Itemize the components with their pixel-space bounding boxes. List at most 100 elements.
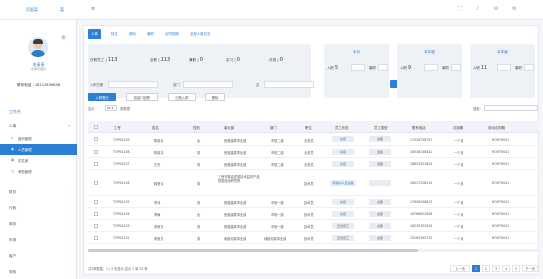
col-pos[interactable]: 职位: [305, 125, 312, 130]
page-3-button[interactable]: 3: [492, 265, 500, 272]
cell-phone: 18853331634: [410, 162, 433, 166]
cell-id: TOPS4154: [113, 212, 130, 216]
cell-contract: ROHT0041: [492, 181, 510, 185]
row-checkbox[interactable]: [94, 150, 98, 154]
sidebar-item-purchase[interactable]: 采购 ›: [0, 267, 77, 278]
tab-contract-expire[interactable]: 合同到期: [162, 29, 182, 39]
col-type[interactable]: 员工类型: [374, 125, 388, 130]
card-join-box: [497, 64, 511, 71]
col-sex[interactable]: 性别: [193, 125, 200, 130]
archive-onboard-button[interactable]: 归档入职: [168, 93, 196, 101]
horizontal-scrollbar[interactable]: [88, 249, 539, 252]
stats-panel: 在职员工 | 113 全职 | 113 兼职 | 0 实习 | 0 试用 | 0: [88, 44, 311, 98]
card-title: 本年度: [497, 50, 508, 54]
tab-hr[interactable]: 人事: [88, 29, 101, 39]
sidebar-item-label: 市场: [9, 238, 17, 242]
col-trial[interactable]: 试用期: [453, 125, 463, 130]
join-date-label: 入职日期: [90, 83, 104, 87]
sidebar-item-hr[interactable]: 人事 ▾: [0, 121, 77, 132]
next-page-button[interactable]: 下一页: [522, 265, 538, 272]
delete-button[interactable]: 删除: [205, 93, 225, 101]
scroll-thumb[interactable]: [88, 249, 418, 252]
row-checkbox[interactable]: [94, 200, 98, 204]
row-checkbox[interactable]: [94, 181, 98, 185]
workbench-title[interactable]: 工作台: [9, 109, 21, 115]
search-input[interactable]: [484, 105, 538, 111]
join-date-input[interactable]: [108, 81, 158, 88]
table-row[interactable]: TOPS4154 李梅 女 西港建筑事业部 市场一部 技术员 在职 全职 187…: [88, 208, 539, 220]
fullscreen-icon[interactable]: ⛶: [458, 6, 462, 12]
cell-contract: ROHT0041: [492, 236, 510, 240]
col-phone[interactable]: 联系电话: [412, 125, 426, 130]
cell-contract: ROHT0041: [492, 200, 510, 204]
topbar-left-label[interactable]: 页面菜: [26, 7, 38, 13]
cell-phone: 18535352545: [410, 224, 433, 228]
table-row[interactable]: TOPS4159 陈晓青 女 西港建筑事业部 市场二部 业务员 在职 全职 17…: [88, 133, 539, 146]
prev-page-button[interactable]: 上一页: [450, 265, 470, 272]
row-checkbox[interactable]: [94, 137, 98, 141]
table-row[interactable]: TOPS4152 黄其方 男 电缆测量事业部 地缆测量事业部 技术员 正式员工 …: [88, 232, 539, 244]
show-suffix: 条数据: [120, 107, 130, 111]
table-row[interactable]: TOPS4156 韩慧青 男 三西市委会质量技术监督产品检验检测研究院 技术员 …: [88, 170, 539, 196]
cell-name: 陈晓青: [154, 151, 164, 155]
onboard-register-button[interactable]: 入职登记: [88, 93, 116, 101]
card-leave-box: [451, 64, 461, 71]
table-row[interactable]: TOPS4153 黄其方 男 西港建筑事业部 市场一部 技术员 正式员工 全职 …: [88, 220, 539, 232]
menu-icon[interactable]: ≡: [91, 6, 95, 12]
sidebar-item-market[interactable]: 市场 ›: [0, 235, 77, 246]
col-dept[interactable]: 部门: [270, 125, 277, 130]
settings-icon[interactable]: ⚙: [61, 35, 66, 40]
page-2-button[interactable]: 2: [482, 265, 490, 272]
cell-trial: 一个月: [454, 201, 464, 205]
page-1-button[interactable]: 1: [472, 265, 480, 272]
bell-icon[interactable]: ♪: [476, 6, 479, 12]
row-checkbox[interactable]: [94, 162, 98, 166]
sidebar-item-finance[interactable]: 财务 ›: [0, 187, 77, 198]
col-status[interactable]: 员工状态: [335, 125, 349, 130]
table-row[interactable]: TOPS4158 陈晓青 男 西港建筑事业部 市场二部 业务员 在职 全职 18…: [88, 146, 539, 158]
end-date-input[interactable]: [264, 81, 314, 88]
chevron-right-icon: ›: [68, 238, 70, 242]
card-join: 入职 9: [400, 65, 412, 71]
tab-all-logs[interactable]: 全部人事日志: [187, 29, 213, 39]
select-all-checkbox[interactable]: [94, 125, 98, 129]
tab-resign[interactable]: 离职: [144, 29, 157, 39]
table-row[interactable]: TOPS4157 王杰 男 西港建筑事业部 市场二部 业务员 在职 全职 188…: [88, 158, 539, 170]
sidebar-item-customer[interactable]: 客户 ›: [0, 251, 77, 262]
tab-regular[interactable]: 转正: [108, 29, 121, 39]
batch-return-button[interactable]: 批量口回职: [126, 93, 158, 101]
cell-phone: 18027228215: [410, 181, 433, 185]
clock-icon: ◷: [11, 169, 14, 173]
row-checkbox[interactable]: [94, 212, 98, 216]
year-card: 本年度 入职 9 离职: [397, 44, 462, 98]
avatar[interactable]: [28, 37, 48, 57]
sidebar-item-org[interactable]: ⌂ 组织管理: [0, 133, 77, 144]
main-panel: 人事 转正 调动 离职 合同到期 全部人事日志 在职员工 | 113 全职 | …: [83, 25, 539, 275]
menu-label[interactable]: 菜: [60, 7, 64, 13]
tab-transfer[interactable]: 调动: [126, 29, 139, 39]
page-size-select[interactable]: 25 ▾: [105, 105, 117, 111]
message-icon[interactable]: ✉: [494, 6, 498, 12]
col-id[interactable]: 工号: [114, 125, 121, 130]
sidebar-item-roster[interactable]: ▣ 花名册: [0, 155, 77, 166]
sidebar-item-attendance[interactable]: ◷ 考勤管理: [0, 166, 77, 177]
sidebar-item-staff[interactable]: ◉ 人员管理: [0, 144, 77, 155]
dept-select[interactable]: [183, 81, 233, 88]
col-contract[interactable]: 劳动合同期: [488, 125, 505, 130]
status-badge: 在职: [332, 211, 354, 217]
cell-trial: 一个月: [454, 163, 464, 167]
row-checkbox[interactable]: [94, 224, 98, 228]
page-4-button[interactable]: 4: [502, 265, 510, 272]
type-badge: 全职: [369, 136, 391, 142]
col-bu[interactable]: 事业部: [224, 125, 234, 130]
sidebar-item-admin[interactable]: 行政 ›: [0, 203, 77, 214]
col-name[interactable]: 姓名: [152, 125, 159, 130]
page-5-button[interactable]: 5: [512, 265, 520, 272]
cell-sex: 女: [197, 213, 201, 217]
sidebar-item-business[interactable]: 商务 ›: [0, 219, 77, 230]
table-row[interactable]: TOPS4155 李沐 男 西港建筑事业部 市场一部 技术员 在职 全职 176…: [88, 196, 539, 208]
type-badge: 全职: [369, 199, 391, 205]
row-checkbox[interactable]: [94, 236, 98, 240]
cell-pos: 业务员: [304, 139, 314, 143]
gear-icon[interactable]: ⚙: [512, 6, 516, 12]
